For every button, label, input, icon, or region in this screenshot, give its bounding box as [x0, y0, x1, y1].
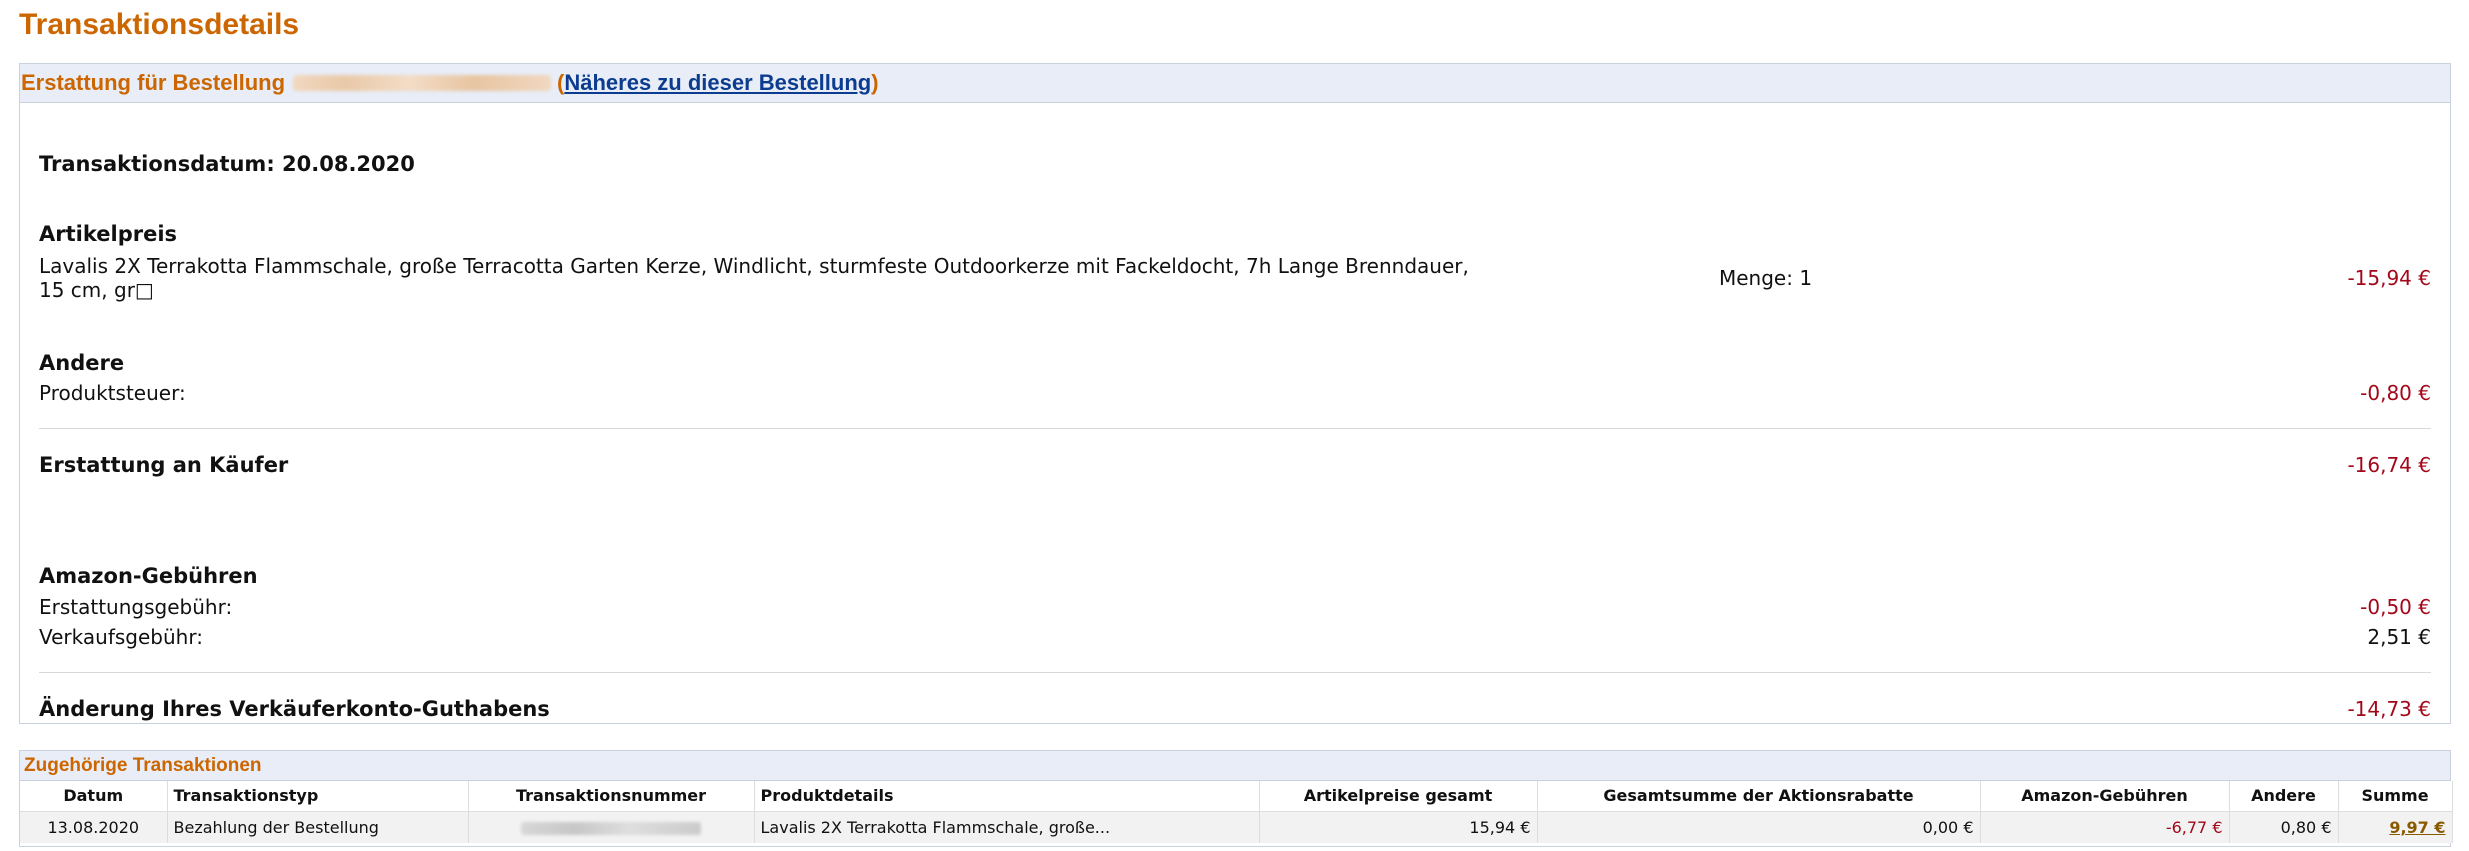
product-cell: Lavalis 2X Terrakotta Flammschale, große… [754, 811, 1260, 843]
other-cell: 0,80 € [2229, 811, 2339, 843]
buyer-refund-row: Erstattung an Käufer -16,74 € [39, 453, 2431, 477]
buyer-refund-amount: -16,74 € [2347, 453, 2431, 477]
article-quantity: Menge: 1 [1719, 266, 1813, 290]
sum-link[interactable]: 9,97 € [2389, 818, 2445, 837]
column-header[interactable]: Transaktionstyp [167, 781, 469, 812]
column-header[interactable]: Datum [20, 781, 168, 812]
table-row: 13.08.2020 Bezahlung der Bestellung Lava… [20, 811, 2453, 843]
other-title: Andere [39, 351, 125, 375]
amazon-fees-cell: -6,77 € [1980, 811, 2230, 843]
refund-fee-label: Erstattungsgebühr: [39, 595, 233, 619]
sales-fee-row: Verkaufsgebühr: 2,51 € [39, 625, 2431, 649]
refund-header-label: Erstattung für Bestellung [21, 70, 286, 95]
order-details-link[interactable]: Näheres zu dieser Bestellung [564, 70, 871, 96]
related-transactions-title: Zugehörige Transaktionen [20, 751, 2450, 781]
balance-change-amount: -14,73 € [2347, 697, 2431, 721]
product-tax-label: Produktsteuer: [39, 381, 186, 405]
transaction-date: Transaktionsdatum: 20.08.2020 [39, 152, 415, 176]
type-cell: Bezahlung der Bestellung [167, 811, 469, 843]
divider [39, 428, 2431, 429]
product-tax-amount: -0,80 € [2360, 381, 2431, 405]
table-header-row: Datum Transaktionstyp Transaktionsnummer… [20, 781, 2453, 812]
page-title: Transaktionsdetails [19, 8, 300, 41]
buyer-refund-label: Erstattung an Käufer [39, 453, 289, 477]
column-header[interactable]: Transaktionsnummer [468, 781, 755, 812]
transaction-number-redacted [521, 821, 701, 835]
column-header[interactable]: Produktdetails [754, 781, 1260, 812]
promo-total-cell: 0,00 € [1537, 811, 1981, 843]
divider [39, 672, 2431, 673]
transaction-details-panel: Erstattung für Bestellung ( Näheres zu d… [19, 63, 2451, 724]
transaction-number-cell [468, 811, 755, 843]
product-tax-row: Produktsteuer: -0,80 € [39, 381, 2431, 405]
open-paren: ( [557, 70, 565, 95]
balance-change-row: Änderung Ihres Verkäuferkonto-Guthabens … [39, 697, 2431, 721]
article-price-title: Artikelpreis [39, 222, 178, 246]
order-number-redacted [293, 75, 552, 91]
refund-fee-row: Erstattungsgebühr: -0,50 € [39, 595, 2431, 619]
column-header[interactable]: Gesamtsumme der Aktionsrabatte [1537, 781, 1981, 812]
article-description: Lavalis 2X Terrakotta Flammschale, große… [39, 254, 1469, 302]
sum-cell: 9,97 € [2338, 811, 2453, 843]
sales-fee-label: Verkaufsgebühr: [39, 625, 203, 649]
related-transactions-panel: Zugehörige Transaktionen Datum Transakti… [19, 750, 2453, 847]
date-cell: 13.08.2020 [20, 811, 168, 843]
related-transactions-table: Datum Transaktionstyp Transaktionsnummer… [20, 781, 2453, 843]
refund-header: Erstattung für Bestellung ( Näheres zu d… [20, 64, 2450, 103]
article-total-cell: 15,94 € [1259, 811, 1538, 843]
article-price-amount: -15,94 € [2347, 266, 2431, 290]
refund-fee-amount: -0,50 € [2360, 595, 2431, 619]
column-header[interactable]: Amazon-Gebühren [1980, 781, 2230, 812]
balance-change-label: Änderung Ihres Verkäuferkonto-Guthabens [39, 697, 550, 721]
close-paren: ) [871, 70, 879, 95]
column-header[interactable]: Summe [2338, 781, 2453, 812]
amazon-fees-title: Amazon-Gebühren [39, 564, 258, 588]
column-header[interactable]: Andere [2229, 781, 2339, 812]
column-header[interactable]: Artikelpreise gesamt [1259, 781, 1538, 812]
sales-fee-amount: 2,51 € [2367, 625, 2431, 649]
